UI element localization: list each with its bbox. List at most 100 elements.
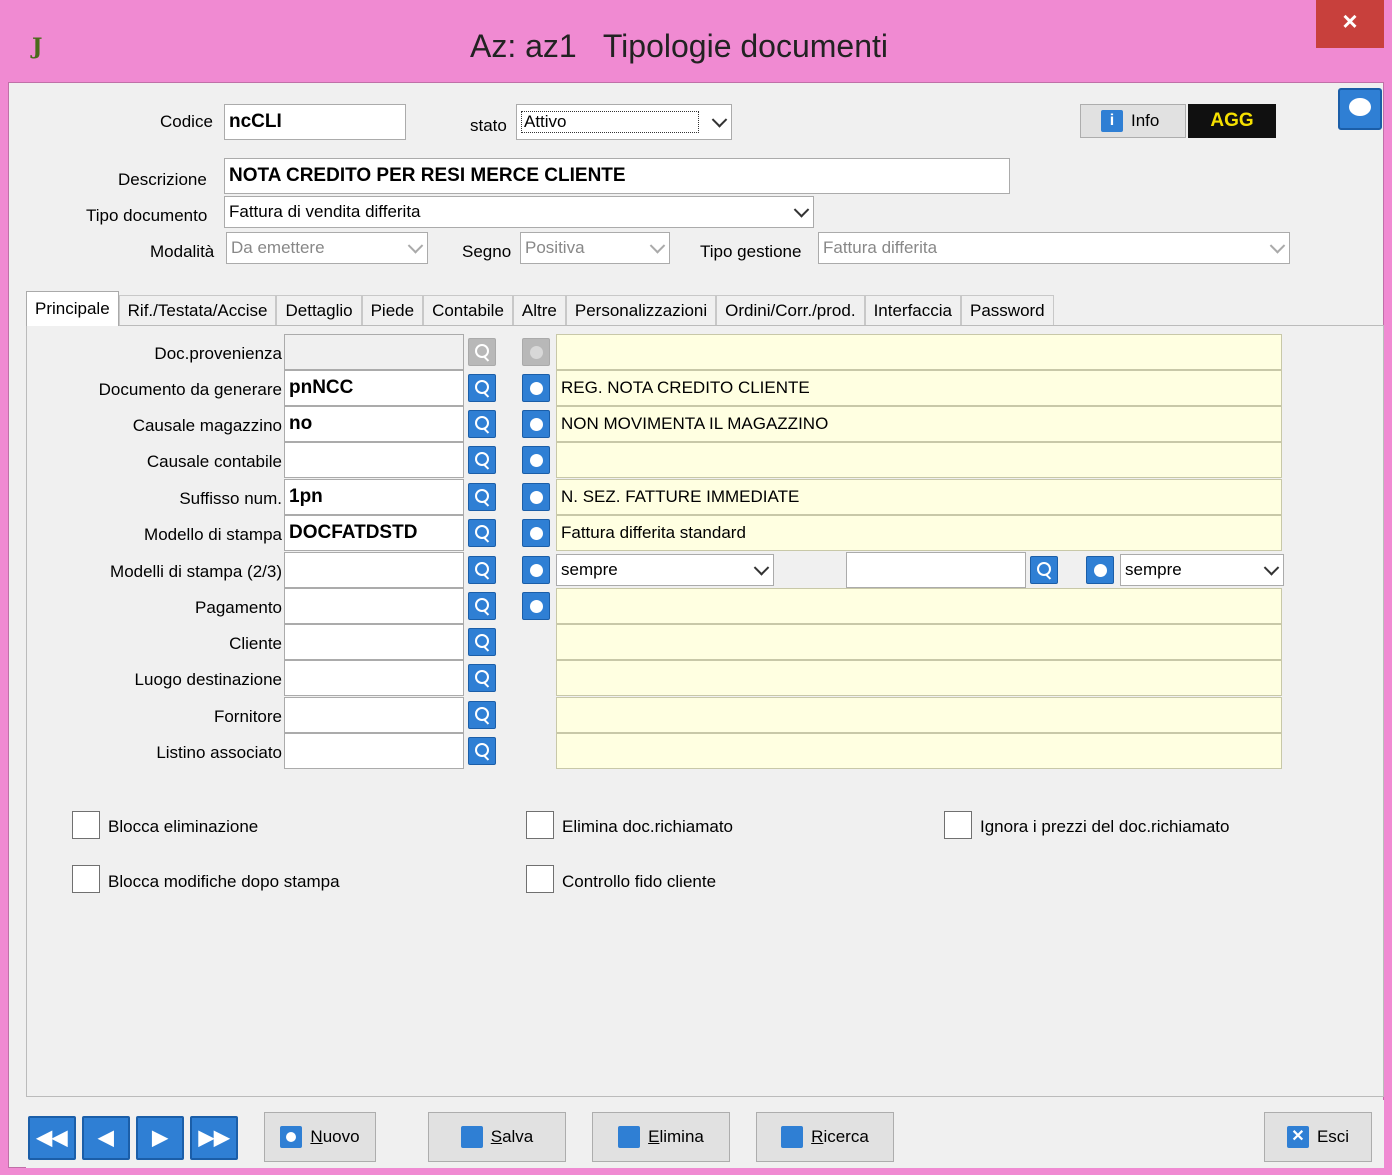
- stato-value: Attivo: [521, 111, 699, 133]
- info-icon: i: [1101, 110, 1123, 132]
- clear-icon[interactable]: [522, 446, 550, 474]
- ignora-prezzi-checkbox[interactable]: [944, 811, 972, 839]
- salva-button[interactable]: Salva: [428, 1112, 566, 1162]
- app-icon: J: [32, 34, 43, 60]
- tab-dettaglio[interactable]: Dettaglio: [276, 295, 362, 325]
- modelli-stampa-select-1[interactable]: sempre: [556, 554, 774, 586]
- search-icon[interactable]: [1030, 556, 1058, 584]
- chat-bubble-icon: [1349, 98, 1371, 116]
- listino-associato-input[interactable]: [284, 733, 464, 769]
- tipo-gestione-select[interactable]: Fattura differita: [818, 232, 1290, 264]
- suffisso-num-input[interactable]: 1pn: [284, 479, 464, 515]
- search-icon[interactable]: [468, 592, 496, 620]
- title-bar: J Az: az1 Tipologie documenti ×: [0, 0, 1392, 82]
- ricerca-label: Ricerca: [811, 1127, 869, 1146]
- tab-interfaccia[interactable]: Interfaccia: [864, 295, 961, 325]
- ignora-prezzi-label: Ignora i prezzi del doc.richiamato: [980, 817, 1230, 836]
- next-record-button[interactable]: ▶: [136, 1116, 184, 1160]
- stato-select[interactable]: Attivo: [516, 104, 732, 140]
- codice-input[interactable]: ncCLI: [224, 104, 406, 140]
- search-icon[interactable]: [468, 338, 496, 366]
- elimina-doc-label: Elimina doc.richiamato: [562, 817, 734, 836]
- suffisso-num-desc: N. SEZ. FATTURE IMMEDIATE: [556, 479, 1282, 515]
- search-icon[interactable]: [468, 556, 496, 584]
- modelli-stampa-select-2[interactable]: sempre: [1120, 554, 1284, 586]
- esci-button[interactable]: ✕ Esci: [1264, 1112, 1372, 1162]
- row-label: Fornitore: [213, 707, 282, 726]
- documento-generare-input[interactable]: pnNCC: [284, 370, 464, 406]
- prev-record-button[interactable]: ◀: [82, 1116, 130, 1160]
- causale-magazzino-input[interactable]: no: [284, 406, 464, 442]
- tipo-gestione-label: Tipo gestione: [700, 242, 802, 261]
- tab-principale[interactable]: Principale: [26, 291, 119, 326]
- fornitore-desc: [556, 697, 1282, 733]
- row-label: Suffisso num.: [179, 489, 282, 508]
- first-record-button[interactable]: ◀◀: [28, 1116, 76, 1160]
- search-icon[interactable]: [468, 519, 496, 547]
- search-icon[interactable]: [468, 483, 496, 511]
- window-title: Az: az1 Tipologie documenti: [470, 28, 889, 64]
- clear-icon[interactable]: [522, 483, 550, 511]
- search-icon[interactable]: [468, 737, 496, 765]
- clear-icon[interactable]: [522, 374, 550, 402]
- ricerca-button[interactable]: Ricerca: [756, 1112, 894, 1162]
- search-icon[interactable]: [468, 446, 496, 474]
- salva-label: Salva: [490, 1127, 534, 1146]
- segno-select[interactable]: Positiva: [520, 232, 670, 264]
- tipo-documento-select[interactable]: Fattura di vendita differita: [224, 196, 814, 228]
- modello-stampa-desc: Fattura differita standard: [556, 515, 1282, 551]
- search-icon[interactable]: [468, 628, 496, 656]
- fornitore-input[interactable]: [284, 697, 464, 733]
- search-icon[interactable]: [468, 410, 496, 438]
- tab-ordini-corr-prod[interactable]: Ordini/Corr./prod.: [716, 295, 865, 325]
- clear-icon[interactable]: [522, 592, 550, 620]
- delete-icon: [618, 1126, 641, 1148]
- tab-altre[interactable]: Altre: [512, 295, 566, 325]
- elimina-doc-checkbox[interactable]: [526, 811, 554, 839]
- clear-icon[interactable]: [522, 556, 550, 584]
- modelli-stampa-input[interactable]: [284, 552, 464, 588]
- search-icon[interactable]: [468, 374, 496, 402]
- row-label: Doc.provenienza: [154, 344, 282, 363]
- clear-icon[interactable]: [522, 519, 550, 547]
- chevron-down-icon: [1269, 238, 1286, 254]
- tab-password[interactable]: Password: [961, 295, 1054, 325]
- causale-contabile-input[interactable]: [284, 442, 464, 478]
- descrizione-input[interactable]: NOTA CREDITO PER RESI MERCE CLIENTE: [224, 158, 1010, 194]
- row-label: Listino associato: [156, 743, 282, 762]
- last-record-button[interactable]: ▶▶: [190, 1116, 238, 1160]
- clear-icon[interactable]: [522, 338, 550, 366]
- modello-stampa-input[interactable]: DOCFATDSTD: [284, 515, 464, 551]
- modelli-stampa-input-2[interactable]: [846, 552, 1026, 588]
- elimina-button[interactable]: Elimina: [592, 1112, 730, 1162]
- select-value: sempre: [561, 560, 618, 579]
- blocca-modifiche-checkbox[interactable]: [72, 865, 100, 893]
- luogo-destinazione-desc: [556, 660, 1282, 696]
- clear-icon[interactable]: [522, 410, 550, 438]
- clear-icon[interactable]: [1086, 556, 1114, 584]
- segno-label: Segno: [462, 242, 512, 261]
- chevron-down-icon: [753, 560, 770, 576]
- cliente-input[interactable]: [284, 624, 464, 660]
- documento-generare-desc: REG. NOTA CREDITO CLIENTE: [556, 370, 1282, 406]
- chat-info-button[interactable]: [1338, 88, 1382, 130]
- controllo-fido-checkbox[interactable]: [526, 865, 554, 893]
- tab-piede[interactable]: Piede: [361, 295, 424, 325]
- search-icon[interactable]: [468, 701, 496, 729]
- nuovo-label: Nuovo: [310, 1127, 360, 1146]
- luogo-destinazione-input[interactable]: [284, 660, 464, 696]
- close-button[interactable]: ×: [1316, 0, 1384, 48]
- nuovo-button[interactable]: Nuovo: [264, 1112, 376, 1162]
- doc-provenienza-input[interactable]: [284, 334, 464, 370]
- pagamento-desc: [556, 588, 1282, 624]
- tab-contabile[interactable]: Contabile: [423, 295, 513, 325]
- blocca-eliminazione-checkbox[interactable]: [72, 811, 100, 839]
- modalita-select[interactable]: Da emettere: [226, 232, 428, 264]
- descrizione-label: Descrizione: [118, 170, 207, 189]
- row-label: Documento da generare: [98, 380, 282, 399]
- search-icon[interactable]: [468, 664, 496, 692]
- pagamento-input[interactable]: [284, 588, 464, 624]
- tab-personalizzazioni[interactable]: Personalizzazioni: [565, 295, 717, 325]
- info-button[interactable]: i Info: [1080, 104, 1186, 138]
- tab-rif-testata-accise[interactable]: Rif./Testata/Accise: [118, 295, 277, 325]
